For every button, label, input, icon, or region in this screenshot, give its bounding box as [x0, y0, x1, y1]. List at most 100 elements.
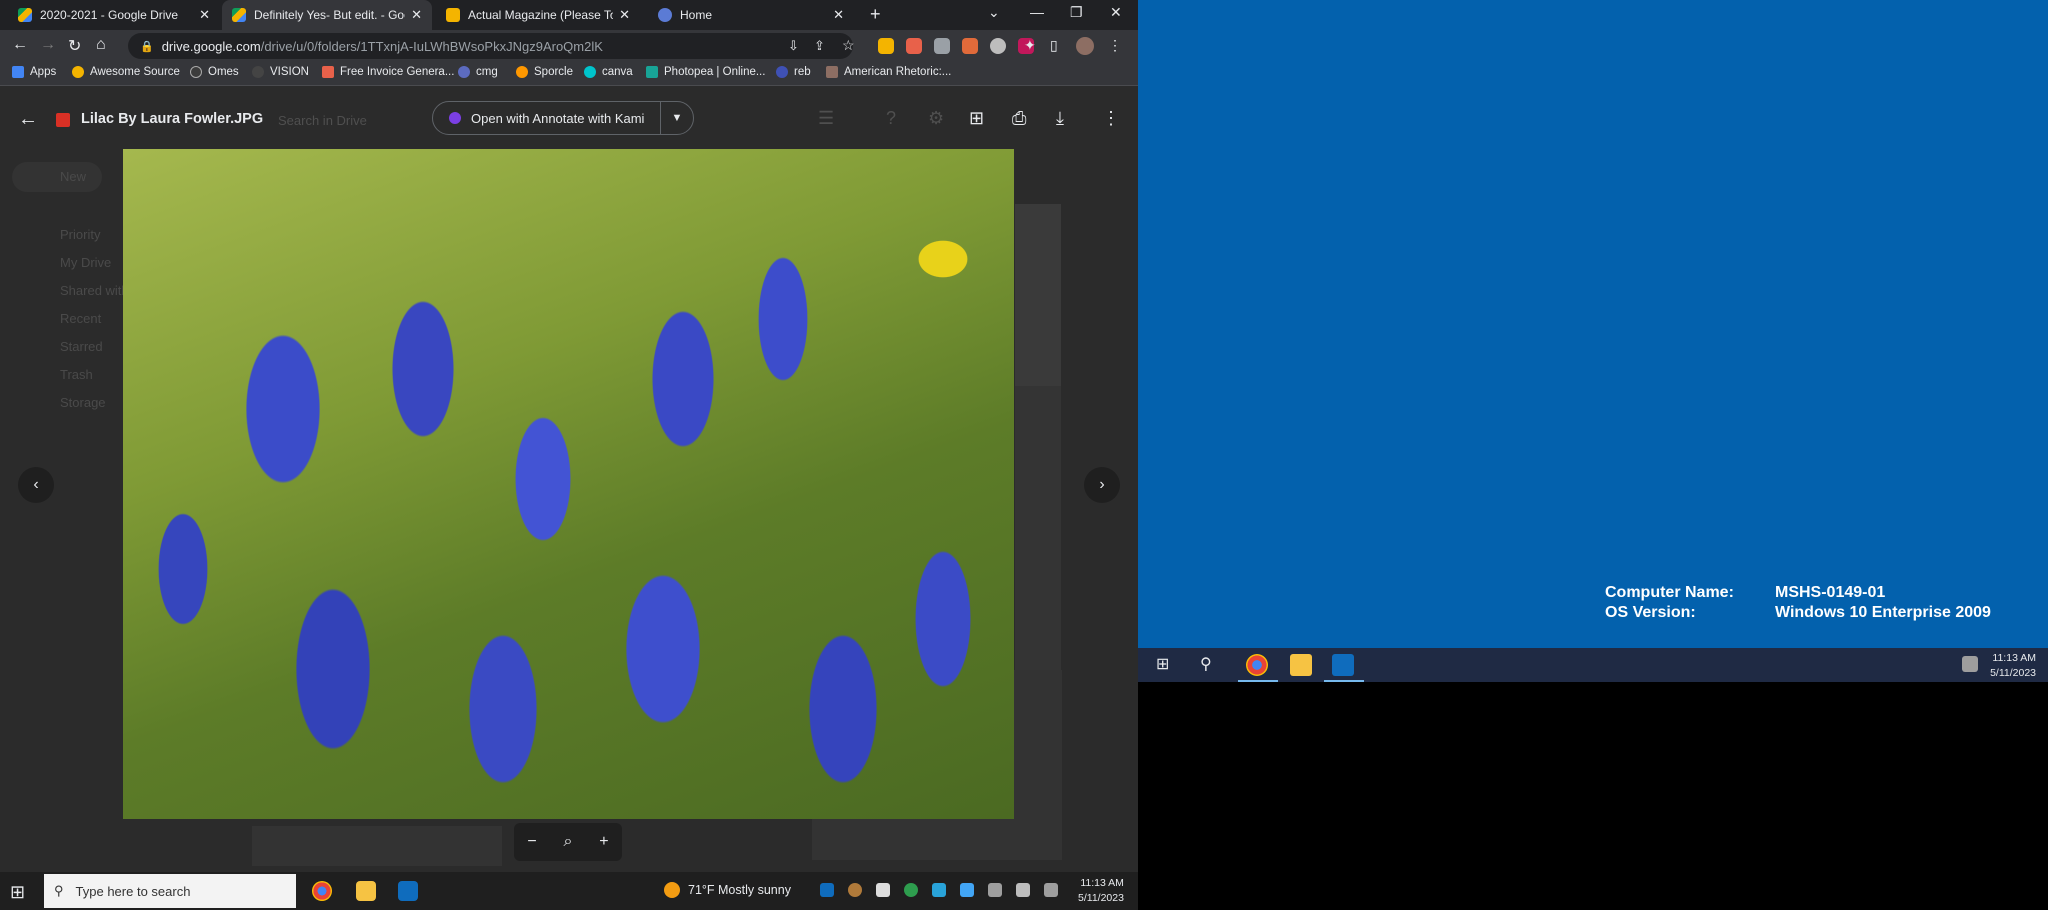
bookmark-label: Free Invoice Genera...	[340, 66, 455, 78]
side-panel-icon[interactable]: ▯	[1050, 37, 1058, 54]
search-icon: ⚲	[54, 883, 64, 898]
tab-home[interactable]: Home ✕	[648, 0, 854, 30]
restore-button[interactable]: ❐	[1070, 4, 1083, 21]
bookmark-reb[interactable]: reb	[776, 66, 811, 78]
tray-icon[interactable]	[960, 883, 974, 897]
previous-file-button[interactable]: ‹	[18, 467, 54, 503]
file-explorer-taskbar-icon[interactable]	[356, 881, 376, 901]
back-button[interactable]: ←	[12, 36, 28, 54]
search-icon[interactable]: ⚲	[1200, 654, 1222, 676]
extensions-puzzle-icon[interactable]: ✦	[1024, 37, 1036, 54]
outlook-taskbar-icon[interactable]	[398, 881, 418, 901]
tab-google-drive[interactable]: 2020-2021 - Google Drive ✕	[8, 0, 220, 30]
bookmark-vision[interactable]: VISION	[252, 66, 309, 78]
reload-button[interactable]: ↻	[68, 36, 81, 56]
chevron-down-icon[interactable]: ▼	[661, 112, 693, 124]
zoom-reset-icon[interactable]: ⌕	[564, 833, 573, 851]
new-tab-button[interactable]: +	[870, 4, 881, 25]
bookmark-awesome-source[interactable]: Awesome Source	[72, 66, 180, 78]
tab-actual-magazine[interactable]: Actual Magazine (Please Touch) ✕	[436, 0, 640, 30]
pen-icon[interactable]	[1044, 883, 1058, 897]
home-button[interactable]: ⌂	[96, 36, 106, 54]
outlook-taskbar-icon[interactable]	[1332, 654, 1354, 676]
screen: 2020-2021 - Google Drive ✕ Definitely Ye…	[0, 0, 2048, 910]
taskbar-clock[interactable]: 11:13 AM 5/11/2023	[1078, 876, 1124, 906]
windows-start-icon[interactable]: ⊞	[1156, 654, 1178, 676]
bookmark-star-icon[interactable]: ☆	[842, 37, 855, 54]
computer-name-value: MSHS-0149-01	[1775, 584, 1886, 601]
profile-avatar[interactable]	[1076, 37, 1094, 55]
bookmark-canva[interactable]: canva	[584, 66, 633, 78]
secondary-clock[interactable]: 11:13 AM 5/11/2023	[1990, 651, 2036, 681]
outlook-tray-icon[interactable]	[820, 883, 834, 897]
extension-icon[interactable]	[934, 38, 950, 54]
weather-widget[interactable]: 71°F Mostly sunny	[664, 882, 791, 898]
pen-icon[interactable]	[1962, 656, 1978, 672]
background-thumbnail	[1015, 386, 1061, 691]
chrome-taskbar-icon[interactable]	[312, 881, 332, 901]
next-file-button[interactable]: ›	[1084, 467, 1120, 503]
tray-icon[interactable]	[904, 883, 918, 897]
chevron-left-icon: ‹	[33, 476, 39, 493]
extension-icon[interactable]	[990, 38, 1006, 54]
close-tab-icon[interactable]: ✕	[619, 7, 630, 23]
minimize-button[interactable]: —	[1030, 4, 1044, 20]
bookmark-apps[interactable]: Apps	[12, 66, 56, 78]
bookmark-photopea[interactable]: Photopea | Online...	[646, 66, 765, 78]
bookmark-icon	[516, 66, 528, 78]
print-icon[interactable]: ⎙	[1012, 108, 1026, 129]
bookmark-label: Photopea | Online...	[664, 66, 766, 78]
install-icon[interactable]: ⇩	[788, 38, 799, 54]
bookmark-omes[interactable]: Omes	[190, 66, 239, 78]
tray-icon[interactable]	[848, 883, 862, 897]
tray-icon[interactable]	[932, 883, 946, 897]
windows-start-icon[interactable]: ⊞	[10, 882, 25, 903]
bookmark-label: Awesome Source	[90, 66, 180, 78]
network-icon[interactable]	[988, 883, 1002, 897]
background-sidebar-label: Trash	[60, 367, 93, 382]
forward-button[interactable]: →	[40, 36, 56, 54]
url-path: /drive/u/0/folders/1TTxnjA-IuLWhBWsoPkxJ…	[260, 38, 603, 54]
extension-icon[interactable]	[962, 38, 978, 54]
open-with-button[interactable]: Open with Annotate with Kami ▼	[432, 101, 694, 135]
bookmark-label: Sporcle	[534, 66, 573, 78]
add-comment-icon[interactable]: ⊞	[969, 108, 984, 129]
extension-icon[interactable]	[878, 38, 894, 54]
address-bar[interactable]: 🔒 drive.google.com/drive/u/0/folders/1TT…	[128, 33, 853, 59]
bookmarks-bar: Apps Awesome Source Omes VISION Free Inv…	[0, 62, 1138, 86]
file-explorer-taskbar-icon[interactable]	[1290, 654, 1312, 676]
close-tab-icon[interactable]: ✕	[199, 7, 210, 23]
bookmark-label: canva	[602, 66, 633, 78]
background-filter-icon: ☰	[818, 108, 835, 128]
lock-icon: 🔒	[140, 40, 154, 53]
download-icon[interactable]: ⤓	[1056, 108, 1064, 129]
clock-date: 5/11/2023	[1990, 667, 2036, 679]
zoom-out-button[interactable]: −	[527, 833, 536, 851]
bookmark-free-invoice[interactable]: Free Invoice Genera...	[322, 66, 454, 78]
close-window-button[interactable]: ✕	[1110, 4, 1122, 21]
tray-icon[interactable]	[876, 883, 890, 897]
share-icon[interactable]: ⇪	[814, 38, 825, 54]
extension-icon[interactable]	[906, 38, 922, 54]
drive-favicon-icon	[232, 8, 246, 22]
tab-search-icon[interactable]: ⌄	[988, 4, 1000, 21]
system-info-overlay: Computer Name: MSHS-0149-01 OS Version: …	[1605, 583, 1991, 623]
close-tab-icon[interactable]: ✕	[411, 7, 422, 23]
tab-title: Home	[680, 8, 713, 22]
background-sidebar-label: Recent	[60, 311, 102, 326]
chrome-menu-icon[interactable]: ⋮	[1108, 37, 1122, 54]
preview-filename: Lilac By Laura Fowler.JPG	[81, 111, 264, 127]
bookmark-cmg[interactable]: cmg	[458, 66, 498, 78]
volume-icon[interactable]	[1016, 883, 1030, 897]
bookmark-sporcle[interactable]: Sporcle	[516, 66, 573, 78]
taskbar-search-box[interactable]: ⚲ Type here to search	[44, 874, 296, 908]
more-actions-icon[interactable]: ⋮	[1102, 108, 1120, 129]
chrome-taskbar-icon[interactable]	[1246, 654, 1268, 676]
bookmark-american-rhetoric[interactable]: American Rhetoric:...	[826, 66, 951, 78]
close-preview-arrow-icon[interactable]: ←	[18, 108, 38, 131]
zoom-in-button[interactable]: +	[599, 833, 608, 851]
close-tab-icon[interactable]: ✕	[833, 7, 844, 23]
bookmark-label: Apps	[30, 66, 57, 78]
tab-title: Definitely Yes- But edit. - Google	[254, 8, 405, 22]
tab-definitely-yes[interactable]: Definitely Yes- But edit. - Google ✕	[222, 0, 432, 30]
